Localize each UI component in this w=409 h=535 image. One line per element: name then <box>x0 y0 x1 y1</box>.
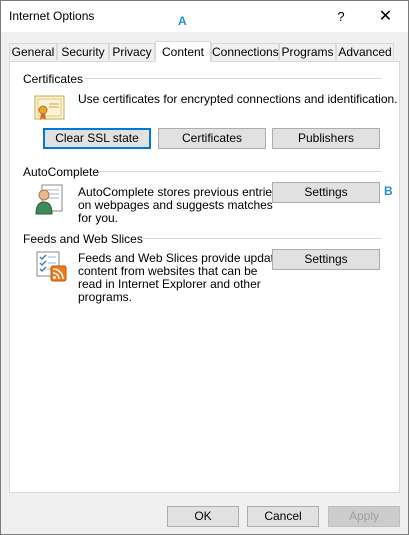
apply-button[interactable]: Apply <box>328 506 400 527</box>
certificates-heading: Certificates <box>23 72 84 86</box>
title-bar: Internet Options ? ✕ A <box>1 1 408 32</box>
window-title: Internet Options <box>9 9 95 23</box>
internet-options-dialog: Internet Options ? ✕ A General Security … <box>0 0 409 535</box>
tab-programs[interactable]: Programs <box>279 43 336 60</box>
autocomplete-divider <box>94 171 382 172</box>
ok-button[interactable]: OK <box>167 506 239 527</box>
feeds-heading: Feeds and Web Slices <box>23 232 143 246</box>
cancel-button[interactable]: Cancel <box>247 506 319 527</box>
clear-ssl-state-button[interactable]: Clear SSL state <box>43 128 151 149</box>
certificate-icon <box>34 95 65 120</box>
tab-general[interactable]: General <box>9 43 57 60</box>
help-button[interactable]: ? <box>323 1 359 32</box>
annotation-label-a: A <box>178 14 187 28</box>
tab-privacy[interactable]: Privacy <box>109 43 155 60</box>
autocomplete-settings-button[interactable]: Settings <box>272 182 380 203</box>
tab-content[interactable]: Content <box>155 41 211 62</box>
feeds-settings-button[interactable]: Settings <box>272 249 380 270</box>
certificates-button[interactable]: Certificates <box>158 128 266 149</box>
tab-security[interactable]: Security <box>57 43 109 60</box>
certificates-divider <box>84 78 382 79</box>
feeds-divider <box>133 238 382 239</box>
certificates-description: Use certificates for encrypted connectio… <box>78 92 398 106</box>
content-tab-panel: Certificates Use certificates for encryp… <box>9 61 400 493</box>
rss-feed-icon <box>36 251 67 282</box>
tab-connections[interactable]: Connections <box>211 43 279 60</box>
annotation-label-b: B <box>384 184 393 198</box>
autocomplete-description-line-3: for you. <box>78 211 119 225</box>
user-form-icon <box>35 184 63 215</box>
close-button[interactable]: ✕ <box>363 1 408 32</box>
feeds-description-line-4: programs. <box>78 290 133 304</box>
autocomplete-heading: AutoComplete <box>23 165 100 179</box>
publishers-button[interactable]: Publishers <box>272 128 380 149</box>
tab-advanced[interactable]: Advanced <box>336 43 394 60</box>
